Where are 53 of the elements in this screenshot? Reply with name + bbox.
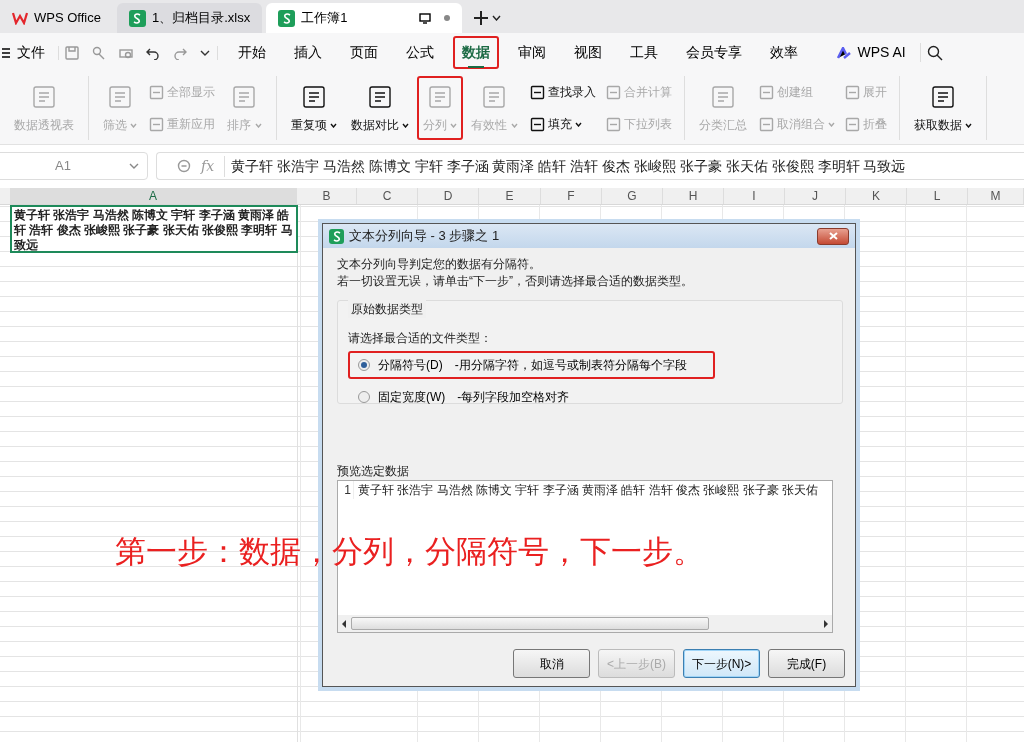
column-header[interactable]: H xyxy=(663,188,724,204)
column-header[interactable]: K xyxy=(846,188,907,204)
column-header[interactable]: D xyxy=(418,188,479,204)
ribbon-tab[interactable]: 插入 xyxy=(285,36,331,69)
radio-option[interactable]: 固定宽度(W) -每列字段加空格对齐 xyxy=(348,383,580,411)
row-number: 1 xyxy=(338,481,354,499)
wps-ai-button[interactable]: WPS AI xyxy=(817,36,915,69)
column-header[interactable]: G xyxy=(602,188,663,204)
dialog-button[interactable]: 完成(F) xyxy=(768,649,845,678)
ribbon-tab[interactable]: 工具 xyxy=(621,36,667,69)
ribbon-tab[interactable]: 公式 xyxy=(397,36,443,69)
radio-option[interactable]: 分隔符号(D) -用分隔字符，如逗号或制表符分隔每个字段 xyxy=(348,351,715,379)
annotation-text: 第一步：数据，分列，分隔符号，下一步。 xyxy=(115,533,704,571)
ribbon-tab[interactable]: 数据 xyxy=(453,36,499,69)
dialog-button[interactable]: 取消 xyxy=(513,649,590,678)
app-tab[interactable]: 1、归档目录.xlsx xyxy=(116,3,263,33)
app-tab[interactable]: 工作簿1 xyxy=(266,3,463,33)
ribbon-tab[interactable]: 效率 xyxy=(761,36,807,69)
preview-title: 预览选定数据 xyxy=(337,463,409,480)
intro-text: 文本分列向导判定您的数据有分隔符。 xyxy=(337,256,541,273)
fx-label: fx xyxy=(201,156,215,176)
intro-text: 若一切设置无误，请单击“下一步”，否则请选择最合适的数据类型。 xyxy=(337,273,693,290)
column-header[interactable]: E xyxy=(479,188,541,204)
column-header[interactable]: C xyxy=(357,188,418,204)
ribbon-tab[interactable]: 开始 xyxy=(229,36,275,69)
ribbon-button[interactable]: 重复项 xyxy=(284,76,343,140)
column-header[interactable]: M xyxy=(968,188,1024,204)
column-header[interactable]: I xyxy=(724,188,785,204)
column-header[interactable]: A xyxy=(10,188,297,204)
prompt-text: 请选择最合适的文件类型： xyxy=(348,330,492,347)
dialog-button[interactable]: 下一步(N)> xyxy=(683,649,760,678)
formula-content: 黄子轩 张浩宇 马浩然 陈博文 宇轩 李子涵 黄雨泽 皓轩 浩轩 俊杰 张峻熙 张子豪 张天佑 张俊熙 李明轩 马致远 xyxy=(224,155,906,177)
ribbon-tab[interactable]: 页面 xyxy=(341,36,387,69)
ribbon-button[interactable]: 获取数据 xyxy=(907,76,978,140)
ribbon-tab[interactable]: 会员专享 xyxy=(677,36,751,69)
group-title: 原始数据类型 xyxy=(348,300,426,318)
file-menu[interactable]: 文件 xyxy=(0,36,54,69)
column-header[interactable]: F xyxy=(541,188,602,204)
ribbon-button[interactable]: 数据对比 xyxy=(344,76,415,140)
column-header[interactable]: B xyxy=(297,188,357,204)
ribbon-button[interactable]: 查找录入 xyxy=(525,81,600,103)
ribbon-button[interactable]: 填充 xyxy=(525,113,600,135)
table-cell[interactable]: 黄子轩 张浩宇 马浩然 陈博文 宇轩 李子涵 黄雨泽 皓轩 浩轩 俊杰 张峻熙 张子豪 张天佑 张俊熙 李明轩 马致远 xyxy=(10,205,298,253)
ribbon-tab[interactable]: 视图 xyxy=(565,36,611,69)
column-header[interactable]: L xyxy=(907,188,968,204)
dialog-title: 文本分列向导 - 3 步骤之 1 xyxy=(349,227,500,246)
name-box[interactable]: A1 xyxy=(0,152,148,180)
preview-text: 黄子轩 张浩宇 马浩然 陈博文 宇轩 李子涵 黄雨泽 皓轩 浩轩 俊杰 张峻熙 张子豪 张天佑 xyxy=(358,482,818,499)
cell-reference: A1 xyxy=(54,157,72,176)
column-header[interactable]: J xyxy=(785,188,846,204)
app-tab[interactable]: WPS Office xyxy=(0,3,113,33)
formula-bar[interactable]: fx 黄子轩 张浩宇 马浩然 陈博文 宇轩 李子涵 黄雨泽 皓轩 浩轩 俊杰 张峻熙 张子豪 张天佑 张俊熙 李明轩 马致远 xyxy=(156,152,1024,180)
ribbon-tab[interactable]: 审阅 xyxy=(509,36,555,69)
